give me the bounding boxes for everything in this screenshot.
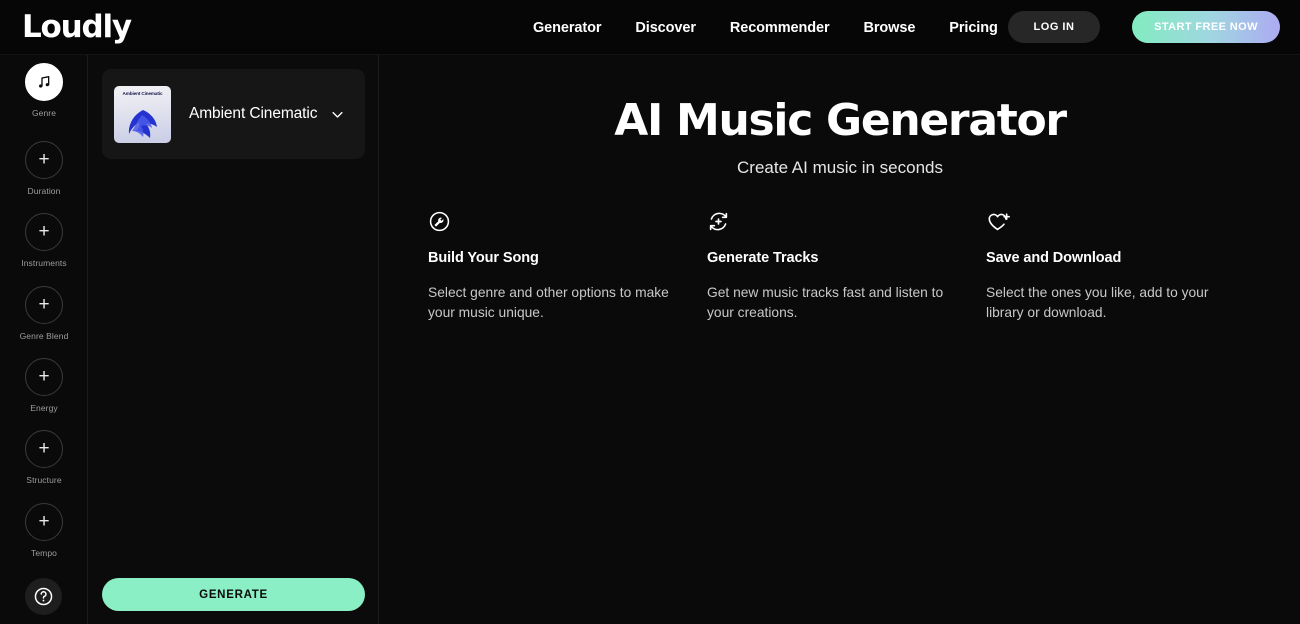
genre-selector-card[interactable]: Ambient Cinematic Ambient Cinematic bbox=[102, 69, 365, 159]
feature-description: Select the ones you like, add to your li… bbox=[986, 285, 1209, 321]
feature-title: Generate Tracks bbox=[707, 250, 819, 266]
sidebar-item-label: Energy bbox=[30, 403, 58, 413]
feature-icon-wrapper bbox=[707, 210, 986, 238]
feature-save-and-download: Save and Download Select the ones you li… bbox=[986, 210, 1265, 324]
plus-icon: + bbox=[38, 365, 50, 387]
genre-artwork-icon bbox=[128, 109, 157, 138]
sidebar-item-structure[interactable]: + Structure bbox=[0, 430, 88, 485]
sidebar-item-genre-blend[interactable]: + Genre Blend bbox=[0, 286, 88, 341]
refresh-plus-icon bbox=[709, 212, 728, 231]
sidebar: Genre + Duration + Instruments + Genre B… bbox=[0, 55, 88, 624]
nav-link-recommender[interactable]: Recommender bbox=[730, 20, 830, 36]
tempo-circle: + bbox=[25, 503, 63, 541]
options-panel: Ambient Cinematic Ambient Cinematic GENE… bbox=[89, 55, 379, 624]
feature-icon-wrapper bbox=[428, 210, 707, 238]
sidebar-item-label: Genre bbox=[31, 108, 57, 118]
nav-link-browse[interactable]: Browse bbox=[864, 20, 916, 36]
sidebar-item-energy[interactable]: + Energy bbox=[0, 358, 88, 413]
genre-thumbnail-title: Ambient Cinematic bbox=[122, 90, 163, 96]
feature-title: Save and Download bbox=[986, 250, 1122, 266]
nav-link-discover[interactable]: Discover bbox=[635, 20, 696, 36]
question-mark-icon bbox=[34, 587, 53, 606]
page-title: AI Music Generator bbox=[614, 95, 1067, 146]
nav-link-pricing[interactable]: Pricing bbox=[949, 20, 998, 36]
nav-links: Generator Discover Recommender Browse Pr… bbox=[533, 0, 998, 55]
feature-generate-tracks: Generate Tracks Get new music tracks fas… bbox=[707, 210, 986, 324]
feature-title: Build Your Song bbox=[428, 250, 539, 266]
feature-icon-wrapper bbox=[986, 210, 1265, 238]
generate-button[interactable]: GENERATE bbox=[102, 578, 365, 611]
page-subtitle: Create AI music in seconds bbox=[737, 158, 943, 177]
energy-circle: + bbox=[25, 358, 63, 396]
plus-icon: + bbox=[38, 510, 50, 532]
genre-name-label: Ambient Cinematic bbox=[189, 105, 318, 122]
sidebar-item-tempo[interactable]: + Tempo bbox=[0, 503, 88, 558]
loudly-logo[interactable]: Loudly bbox=[22, 9, 132, 45]
plus-icon: + bbox=[38, 220, 50, 242]
nav-link-generator[interactable]: Generator bbox=[533, 20, 602, 36]
plus-icon: + bbox=[38, 293, 50, 315]
heart-plus-icon bbox=[988, 213, 1010, 231]
feature-description: Get new music tracks fast and listen to … bbox=[707, 285, 944, 321]
plus-icon: + bbox=[38, 437, 50, 459]
top-navigation-bar: Loudly Generator Discover Recommender Br… bbox=[0, 0, 1300, 55]
music-note-icon bbox=[39, 76, 50, 88]
sidebar-item-duration[interactable]: + Duration bbox=[0, 141, 88, 196]
login-button[interactable]: LOG IN bbox=[1008, 11, 1100, 43]
sidebar-item-instruments[interactable]: + Instruments bbox=[0, 213, 88, 268]
feature-list: Build Your Song Select genre and other o… bbox=[428, 210, 1265, 324]
duration-circle: + bbox=[25, 141, 63, 179]
sidebar-item-genre[interactable]: Genre bbox=[0, 63, 88, 118]
instruments-circle: + bbox=[25, 213, 63, 251]
sidebar-item-label: Genre Blend bbox=[19, 331, 69, 341]
wrench-circle-icon bbox=[429, 211, 450, 232]
feature-build-your-song: Build Your Song Select genre and other o… bbox=[428, 210, 707, 324]
help-button[interactable] bbox=[25, 578, 62, 615]
feature-description: Select genre and other options to make y… bbox=[428, 285, 669, 321]
sidebar-item-label: Structure bbox=[26, 475, 62, 485]
sidebar-item-label: Tempo bbox=[30, 548, 57, 558]
genre-circle bbox=[25, 63, 63, 101]
plus-icon: + bbox=[38, 148, 50, 170]
sidebar-item-label: Instruments bbox=[21, 258, 67, 268]
genre-blend-circle: + bbox=[25, 286, 63, 324]
start-free-now-button[interactable]: START FREE NOW bbox=[1132, 11, 1280, 43]
chevron-down-icon[interactable] bbox=[330, 107, 345, 127]
sidebar-item-label: Duration bbox=[27, 186, 61, 196]
main-content: AI Music Generator Create AI music in se… bbox=[380, 55, 1300, 624]
structure-circle: + bbox=[25, 430, 63, 468]
genre-thumbnail: Ambient Cinematic bbox=[114, 85, 171, 143]
loudly-app: Loudly Generator Discover Recommender Br… bbox=[0, 0, 1300, 624]
